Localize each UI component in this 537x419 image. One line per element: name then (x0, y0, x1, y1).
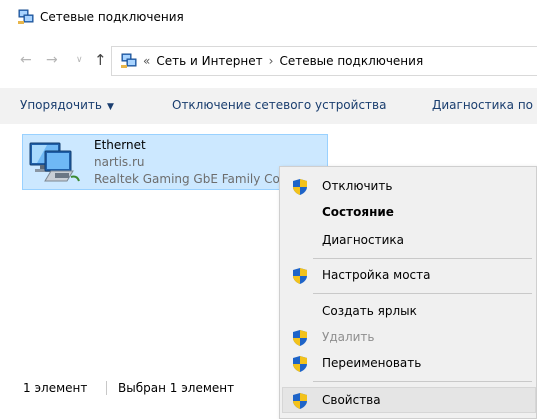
arrow-left-icon: ← (20, 52, 32, 68)
uac-shield-icon (293, 356, 307, 372)
breadcrumb-item-network-internet[interactable]: Сеть и Интернет (156, 54, 262, 68)
chevron-down-icon: ∨ (76, 55, 83, 65)
window-title: Сетевые подключения (40, 10, 184, 24)
selection-count: Выбран 1 элемент (118, 381, 235, 395)
address-bar[interactable]: « Сеть и Интернет › Сетевые подключения (111, 46, 537, 76)
caret-down-icon: ▼ (106, 102, 114, 112)
menu-item-delete[interactable]: Удалить (283, 325, 535, 349)
menu-separator (313, 381, 532, 382)
navigation-bar: ← → ∨ ↑ « Сеть и Интернет › Сетевые подключ… (0, 44, 537, 78)
diagnose-connection-button[interactable]: Диагностика по (432, 98, 533, 112)
menu-separator (313, 293, 532, 294)
organize-button[interactable]: Упорядочить ▼ (20, 98, 114, 112)
breadcrumb: « Сеть и Интернет › Сетевые подключения (143, 54, 423, 68)
ethernet-adapter-icon (29, 142, 80, 182)
item-count: 1 элемент (23, 381, 88, 395)
chevron-right-icon[interactable]: › (269, 54, 274, 68)
menu-item-rename[interactable]: Переименовать (283, 351, 535, 375)
connection-network: nartis.ru (94, 155, 145, 169)
recent-locations-button[interactable]: ∨ (76, 55, 83, 65)
forward-button[interactable]: → (46, 52, 58, 68)
uac-shield-icon (293, 330, 307, 346)
disable-device-button[interactable]: Отключение сетевого устройства (172, 98, 386, 112)
menu-item-properties[interactable]: Свойства (282, 387, 536, 413)
menu-label-status: Состояние (322, 205, 394, 219)
back-button[interactable]: ← (20, 52, 32, 68)
menu-item-disable[interactable]: Отключить (283, 174, 535, 198)
menu-label-rename: Переименовать (322, 356, 422, 370)
arrow-right-icon: → (46, 52, 58, 68)
uac-shield-icon (293, 393, 307, 409)
menu-label-diagnostics: Диагностика (322, 233, 405, 247)
status-divider (106, 381, 107, 395)
menu-item-create-shortcut[interactable]: Создать ярлык (283, 299, 535, 323)
menu-label-delete: Удалить (322, 330, 375, 344)
command-bar: Упорядочить ▼ Отключение сетевого устройс… (0, 88, 537, 124)
menu-label-bridge: Настройка моста (322, 268, 431, 282)
menu-label-shortcut: Создать ярлык (322, 304, 417, 318)
network-connections-icon (121, 53, 137, 68)
menu-label-properties: Свойства (322, 393, 381, 407)
connection-name: Ethernet (94, 138, 146, 152)
title-bar: Сетевые подключения (0, 0, 537, 36)
menu-item-status[interactable]: Состояние (283, 200, 535, 224)
context-menu: Отключить Состояние Диагностика Настройк… (279, 166, 537, 419)
breadcrumb-overflow[interactable]: « (143, 54, 150, 68)
menu-label-disable: Отключить (322, 179, 393, 193)
arrow-up-icon: ↑ (94, 51, 107, 69)
breadcrumb-item-network-connections[interactable]: Сетевые подключения (279, 54, 423, 68)
menu-item-bridge[interactable]: Настройка моста (283, 263, 535, 287)
uac-shield-icon (293, 179, 307, 195)
up-button[interactable]: ↑ (94, 51, 107, 69)
menu-item-diagnostics[interactable]: Диагностика (283, 228, 535, 252)
organize-label: Упорядочить (20, 98, 102, 112)
network-connections-icon (18, 9, 34, 24)
menu-separator (313, 258, 532, 259)
uac-shield-icon (293, 268, 307, 284)
